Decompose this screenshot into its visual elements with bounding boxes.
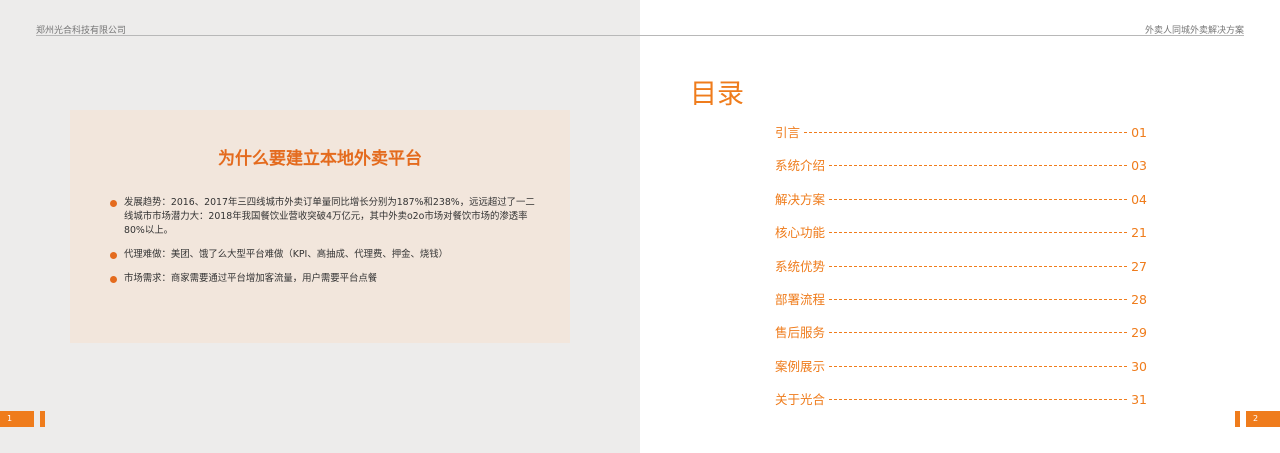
table-of-contents: 引言 01 系统介绍 03 解决方案 04 核心功能 21 系统优势 27 部署流程 28 … bbox=[775, 122, 1147, 423]
toc-page: 21 bbox=[1131, 225, 1147, 241]
toc-entry-about[interactable]: 关于光合 31 bbox=[775, 389, 1147, 422]
toc-leader bbox=[829, 365, 1128, 367]
toc-entry-deployment[interactable]: 部署流程 28 bbox=[775, 289, 1147, 322]
toc-entry-intro[interactable]: 引言 01 bbox=[775, 122, 1147, 155]
toc-leader bbox=[829, 332, 1128, 334]
toc-page: 03 bbox=[1131, 158, 1147, 174]
toc-leader bbox=[829, 232, 1128, 234]
bullet-text: 市场需求：商家需要通过平台增加客流量，用户需要平台点餐 bbox=[124, 273, 378, 284]
toc-page: 01 bbox=[1131, 125, 1147, 140]
bullet-item: 发展趋势：2016、2017年三四线城市外卖订单量同比增长分别为187%和238… bbox=[110, 196, 536, 238]
toc-label: 引言 bbox=[775, 125, 801, 140]
toc-title: 目录 bbox=[690, 79, 744, 110]
toc-entry-system-intro[interactable]: 系统介绍 03 bbox=[775, 155, 1147, 188]
bullet-list: 发展趋势：2016、2017年三四线城市外卖订单量同比增长分别为187%和238… bbox=[110, 196, 536, 296]
toc-label: 案例展示 bbox=[775, 358, 826, 374]
page-number-badge: 1 bbox=[0, 411, 34, 427]
toc-label: 解决方案 bbox=[775, 191, 826, 207]
page-number-bar bbox=[40, 411, 45, 427]
page-number: 1 bbox=[7, 414, 13, 423]
toc-entry-core-features[interactable]: 核心功能 21 bbox=[775, 222, 1147, 255]
toc-entry-after-sales[interactable]: 售后服务 29 bbox=[775, 322, 1147, 355]
toc-label: 系统优势 bbox=[775, 258, 826, 274]
toc-entry-advantages[interactable]: 系统优势 27 bbox=[775, 256, 1147, 289]
left-page: 郑州光合科技有限公司 为什么要建立本地外卖平台 发展趋势：2016、2017年三… bbox=[0, 0, 640, 453]
toc-leader bbox=[829, 399, 1128, 401]
toc-label: 部署流程 bbox=[775, 291, 826, 307]
toc-entry-cases[interactable]: 案例展示 30 bbox=[775, 356, 1147, 389]
toc-page: 27 bbox=[1131, 258, 1147, 274]
toc-label: 系统介绍 bbox=[775, 158, 826, 174]
toc-page: 04 bbox=[1131, 191, 1147, 207]
toc-page: 30 bbox=[1131, 358, 1147, 374]
bullet-item: 市场需求：商家需要通过平台增加客流量，用户需要平台点餐 bbox=[110, 272, 536, 286]
toc-leader bbox=[829, 265, 1128, 267]
page-number-bar bbox=[1235, 411, 1240, 427]
page-number: 2 bbox=[1253, 414, 1259, 423]
toc-leader bbox=[829, 165, 1128, 167]
toc-label: 关于光合 bbox=[775, 392, 826, 408]
intro-card: 为什么要建立本地外卖平台 发展趋势：2016、2017年三四线城市外卖订单量同比… bbox=[70, 110, 570, 343]
page-number-badge: 2 bbox=[1246, 411, 1280, 427]
header-divider bbox=[36, 35, 640, 36]
toc-page: 28 bbox=[1131, 291, 1147, 307]
toc-label: 售后服务 bbox=[775, 325, 826, 341]
bullet-dot-icon bbox=[110, 252, 117, 259]
toc-page: 31 bbox=[1131, 392, 1147, 408]
header-divider bbox=[640, 35, 1244, 36]
bullet-dot-icon bbox=[110, 276, 117, 283]
bullet-text: 发展趋势：2016、2017年三四线城市外卖订单量同比增长分别为187%和238… bbox=[124, 197, 535, 236]
bullet-item: 代理难做：美团、饿了么大型平台难做（KPI、高抽成、代理费、押金、烧钱） bbox=[110, 248, 536, 262]
card-title: 为什么要建立本地外卖平台 bbox=[218, 149, 422, 169]
bullet-text: 代理难做：美团、饿了么大型平台难做（KPI、高抽成、代理费、押金、烧钱） bbox=[124, 249, 448, 260]
toc-leader bbox=[829, 298, 1128, 300]
toc-leader bbox=[829, 198, 1128, 200]
bullet-dot-icon bbox=[110, 200, 117, 207]
toc-label: 核心功能 bbox=[775, 225, 826, 241]
right-page: 外卖人同城外卖解决方案 目录 引言 01 系统介绍 03 解决方案 04 核心功能 21… bbox=[640, 0, 1280, 453]
toc-leader bbox=[804, 132, 1128, 133]
toc-entry-solution[interactable]: 解决方案 04 bbox=[775, 189, 1147, 222]
toc-page: 29 bbox=[1131, 325, 1147, 341]
